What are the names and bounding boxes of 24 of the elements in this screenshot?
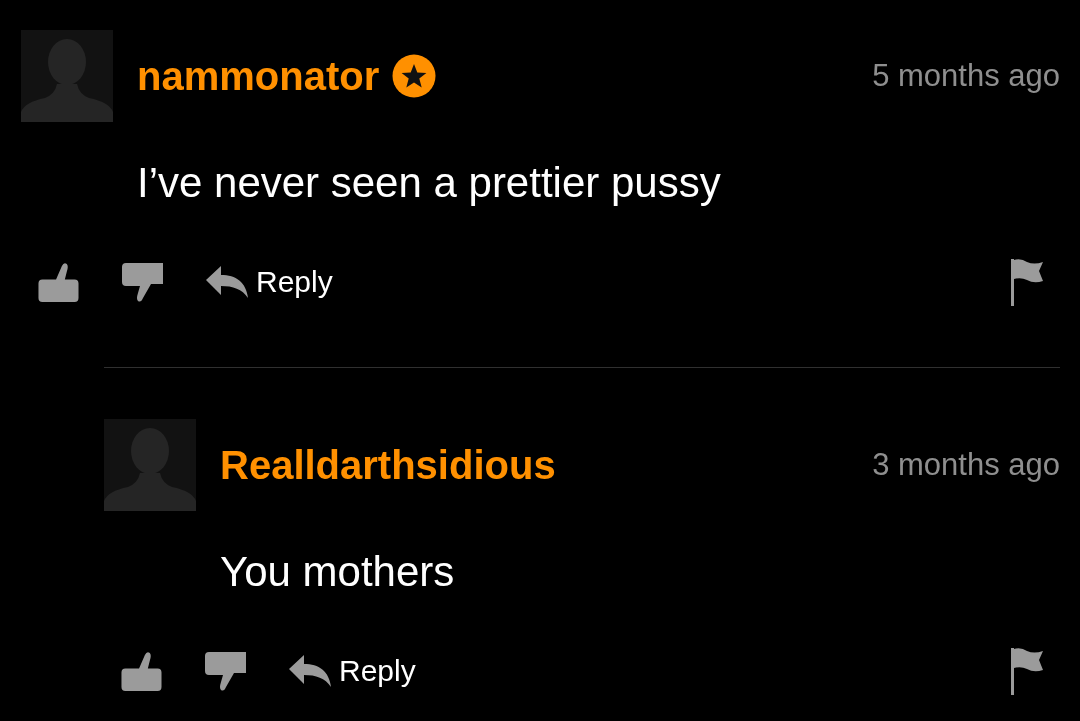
comment-text: I’ve never seen a prettier pussy	[137, 159, 721, 207]
timestamp: 5 months ago	[872, 57, 1060, 95]
thumbs-down-icon	[204, 650, 248, 692]
flag-icon	[1011, 647, 1043, 695]
report-button[interactable]	[1011, 258, 1043, 306]
reply-arrow-icon	[206, 266, 248, 298]
report-button[interactable]	[1011, 647, 1043, 695]
username[interactable]: nammonator	[137, 52, 380, 100]
timestamp: 3 months ago	[872, 446, 1060, 484]
like-button[interactable]	[119, 650, 163, 692]
dislike-button[interactable]	[121, 261, 165, 303]
comment-text: You mothers	[220, 548, 455, 596]
reply-button[interactable]: Reply	[289, 651, 416, 691]
reply-button[interactable]: Reply	[206, 262, 333, 302]
avatar-silhouette-icon	[104, 419, 196, 511]
flag-icon	[1011, 258, 1043, 306]
reply-arrow-icon	[289, 655, 331, 687]
avatar-silhouette-icon	[21, 30, 113, 122]
thumbs-up-icon	[119, 650, 163, 692]
username[interactable]: Realldarthsidious	[220, 441, 556, 489]
thumbs-up-icon	[36, 261, 80, 303]
dislike-button[interactable]	[204, 650, 248, 692]
thumbs-down-icon	[121, 261, 165, 303]
like-button[interactable]	[36, 261, 80, 303]
